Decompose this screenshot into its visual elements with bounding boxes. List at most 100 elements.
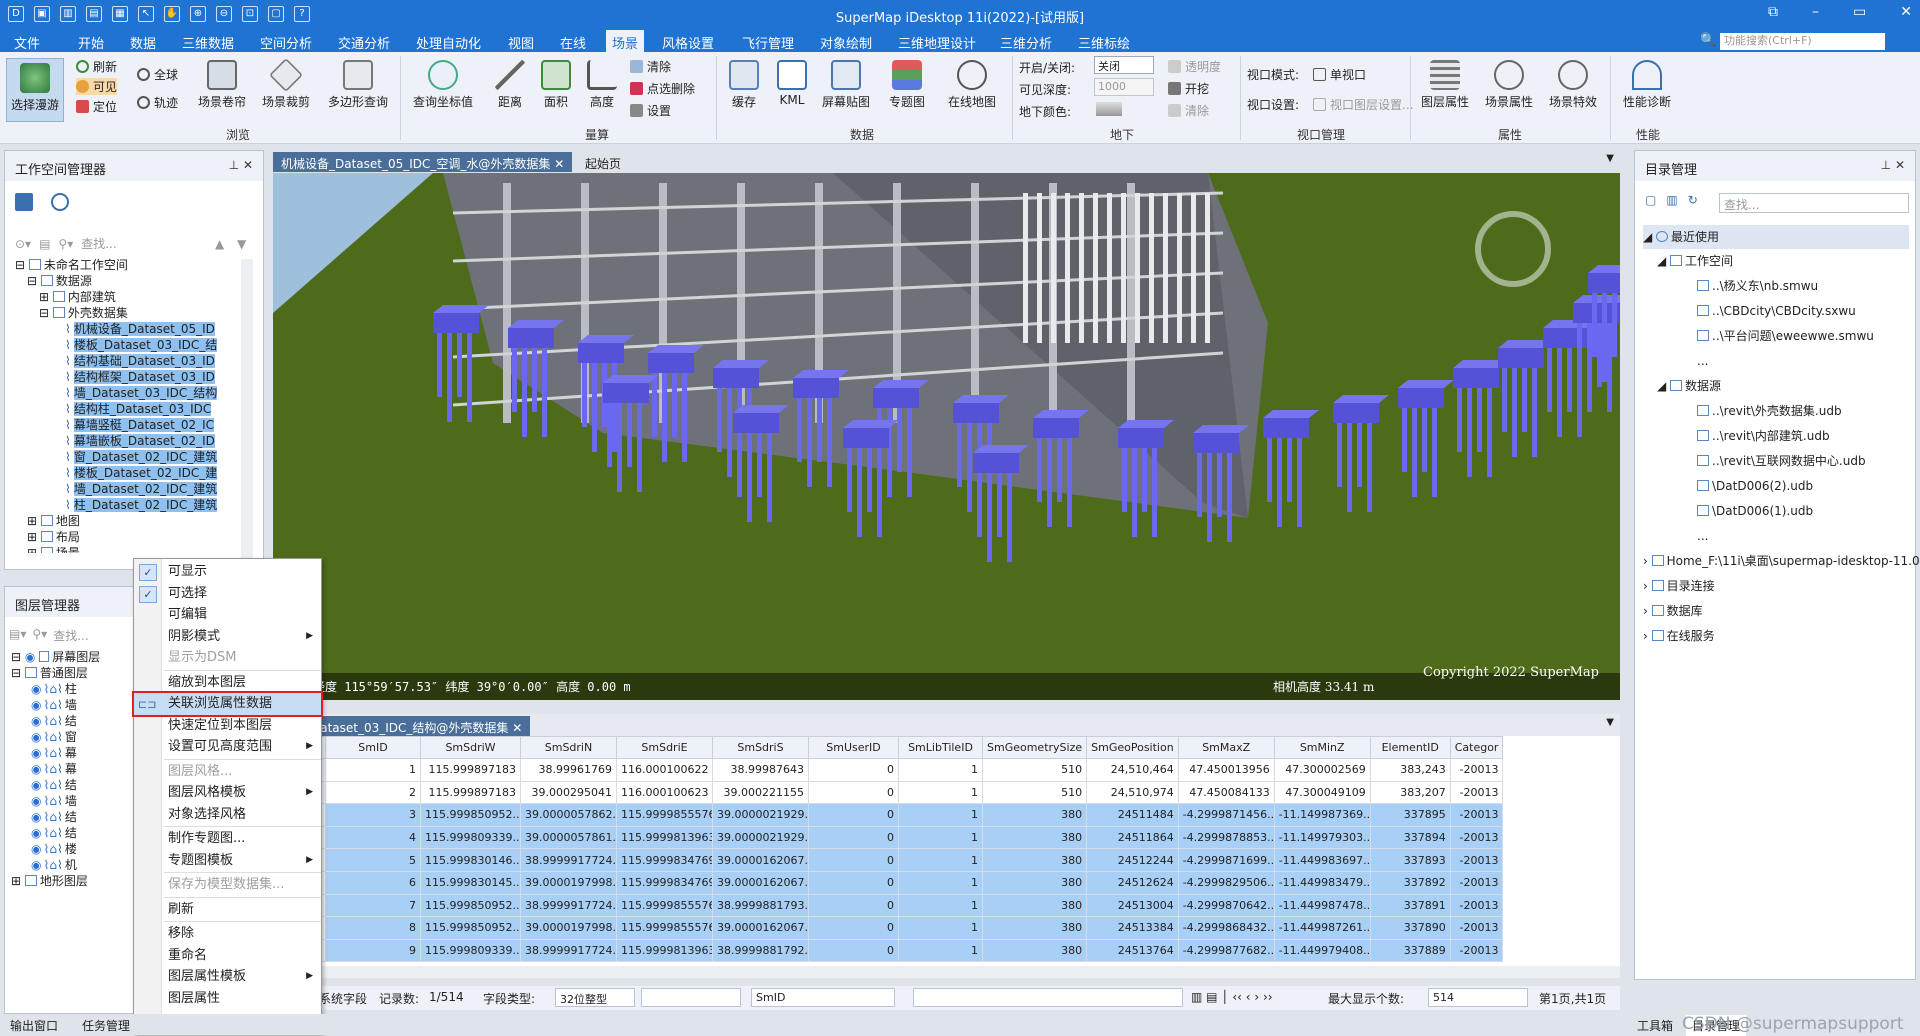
performance-diagnosis-button[interactable]: 性能诊断 (1618, 60, 1676, 110)
scene-canvas[interactable]: 经度 115°59′57.53″ 纬度 39°0′0.00″ 高度 0.00 m… (273, 173, 1620, 700)
context-menu-item[interactable]: ⊏⊐ 关联浏览属性数据 (132, 691, 323, 717)
tree-dataset-item[interactable]: ⌇ 结构基础_Dataset_03_ID (15, 353, 251, 369)
context-menu-item[interactable]: 快速定位到本图层 (134, 715, 321, 737)
close-icon[interactable]: ✕ (1900, 4, 1912, 20)
table-cell[interactable]: 115.999897183 (420, 780, 521, 805)
tree-dataset-item[interactable]: ⌇ 结构柱_Dataset_03_IDC (15, 401, 251, 417)
table-cell[interactable]: 1 (898, 780, 983, 805)
column-header[interactable]: SmGeoPosition (1086, 736, 1179, 759)
eye-icon[interactable]: ◉ (25, 650, 35, 664)
table-cell[interactable]: 0 (808, 825, 899, 850)
layer-item[interactable]: ◉ ⌇⌂⌇ 幕 (11, 761, 131, 777)
layer-options-icon[interactable]: ▤▾ (9, 627, 26, 644)
column-header[interactable]: SmLibTileID (898, 736, 983, 759)
menu-3d-design[interactable]: 三维地理设计 (898, 33, 976, 52)
menu-file[interactable]: 文件 (14, 33, 40, 52)
table-cell[interactable]: 0 (808, 780, 899, 805)
column-header[interactable]: ElementID (1369, 736, 1451, 759)
table-cell[interactable]: -20013 (1449, 825, 1504, 850)
table-cell[interactable]: -20013 (1449, 916, 1504, 940)
table-cell[interactable]: 4 (325, 825, 421, 850)
globe-button[interactable]: 全球 (137, 66, 178, 83)
eye-icon[interactable]: ◉ (31, 778, 41, 792)
point-delete-button[interactable]: 点选删除 (630, 80, 695, 97)
menu-automation[interactable]: 处理自动化 (416, 33, 481, 52)
table-cell[interactable]: 38.9999917724... (520, 938, 617, 963)
tree-datasources[interactable]: ⊟ 数据源 (15, 273, 251, 289)
table-cell[interactable]: 380 (981, 825, 1088, 850)
table-cell[interactable]: 47.300002569 (1273, 758, 1371, 782)
tab-scene-window[interactable]: 机械设备_Dataset_05_IDC_空调_水@外壳数据集 ✕ (273, 152, 573, 172)
excavate-button[interactable]: 开挖 (1168, 80, 1209, 97)
horizontal-scrollbar[interactable] (273, 966, 1620, 978)
table-row[interactable]: 33115.999850952...39.0000057862...115.99… (273, 803, 1504, 827)
table-cell[interactable]: 39.0000162067... (712, 870, 809, 895)
table-cell[interactable]: 380 (981, 848, 1088, 872)
tab-start-page[interactable]: 起始页 (577, 152, 629, 172)
catalog-root-node[interactable]: › 目录连接 (1643, 574, 1909, 599)
scene-effects-button[interactable]: 场景特效 (1544, 60, 1602, 110)
pin-close-controls[interactable]: ⊥ ✕ (1881, 158, 1905, 172)
table-cell[interactable]: 6 (325, 870, 421, 895)
context-menu-item[interactable]: 可选择 (134, 583, 321, 605)
new-folder-icon[interactable]: ▢ (1645, 193, 1656, 207)
eye-icon[interactable]: ◉ (31, 730, 41, 744)
table-cell[interactable]: 115.999850952... (420, 803, 521, 827)
table-cell[interactable]: -20013 (1449, 893, 1504, 918)
table-cell[interactable]: -4.2999868432... (1177, 916, 1275, 940)
table-cell[interactable]: 24513004 (1086, 893, 1179, 918)
table-cell[interactable]: 115.9999855576... (616, 916, 713, 940)
table-cell[interactable]: 0 (808, 870, 899, 895)
table-cell[interactable]: 1 (898, 825, 983, 850)
tree-dataset-item[interactable]: ⌇ 墙_Dataset_03_IDC_结构 (15, 385, 251, 401)
polygon-query-button[interactable]: 多边形查询 (322, 60, 394, 110)
function-search-input[interactable]: 功能搜索(Ctrl+F) (1720, 33, 1885, 50)
tree-dataset-item[interactable]: ⌇ 机械设备_Dataset_05_ID (15, 321, 251, 337)
column-header[interactable]: SmMaxZ (1177, 736, 1275, 759)
catalog-root-node[interactable]: › 在线服务 (1643, 624, 1909, 649)
layer-item[interactable]: ◉ ⌇⌂⌇ 结 (11, 825, 131, 841)
minimize-icon[interactable]: – (1812, 4, 1819, 20)
depth-input[interactable]: 1000 (1094, 78, 1154, 96)
stat-input[interactable] (641, 988, 741, 1007)
workspace-scrollbar[interactable] (241, 259, 253, 559)
table-cell[interactable]: 383,207 (1369, 780, 1451, 805)
column-header[interactable]: SmGeometrySize (981, 736, 1088, 759)
table-cell[interactable]: 510 (981, 758, 1088, 782)
refresh-icon[interactable]: ↻ (1688, 193, 1698, 207)
context-menu-item[interactable]: 对象选择风格 (134, 804, 321, 826)
screen-layer-node[interactable]: ⊟ ◉ 屏幕图层 (11, 649, 131, 665)
table-cell[interactable]: 5 (325, 848, 421, 872)
eye-icon[interactable]: ◉ (31, 698, 41, 712)
table-cell[interactable]: -4.2999878853... (1177, 825, 1275, 850)
table-cell[interactable]: 116.000100622 (616, 758, 713, 782)
underground-toggle-select[interactable]: 关闭 (1094, 56, 1154, 74)
context-menu-item[interactable]: 移除 (134, 923, 321, 945)
table-cell[interactable]: 39.0000197998... (520, 870, 617, 895)
tree-dataset-item[interactable]: ⌇ 楼板_Dataset_03_IDC_结 (15, 337, 251, 353)
table-cell[interactable]: 24513764 (1086, 938, 1179, 963)
table-cell[interactable]: 380 (981, 803, 1088, 827)
recent-datasource-item[interactable]: ..\revit\互联网数据中心.udb (1643, 449, 1909, 474)
menu-3d-data[interactable]: 三维数据 (182, 33, 234, 52)
table-cell[interactable]: 1 (325, 758, 421, 782)
kml-button[interactable]: KML (770, 60, 814, 107)
viewport-layer-settings[interactable]: 视口图层设置... (1313, 96, 1413, 113)
color-picker-button[interactable] (1096, 102, 1122, 116)
layer-search-input[interactable]: 查找... (53, 627, 88, 644)
table-cell[interactable]: 1 (898, 938, 983, 963)
tab-toolbox[interactable]: 工具箱 (1637, 1017, 1673, 1034)
table-cell[interactable]: 24,510,464 (1086, 758, 1179, 782)
table-cell[interactable]: 115.9999834769... (616, 848, 713, 872)
menu-view[interactable]: 视图 (508, 33, 534, 52)
restore-layout-icon[interactable]: ⧉ (1768, 4, 1778, 20)
layer-item[interactable]: ◉ ⌇⌂⌇ 结 (11, 809, 131, 825)
column-header[interactable]: SmSdriN (520, 736, 617, 759)
table-cell[interactable]: 0 (808, 758, 899, 782)
workspace-icon[interactable] (15, 193, 33, 211)
table-row[interactable]: 55115.999830146...38.9999917724...115.99… (273, 848, 1504, 872)
table-cell[interactable]: 510 (981, 780, 1088, 805)
eye-icon[interactable]: ◉ (31, 682, 41, 696)
table-cell[interactable]: 24511864 (1086, 825, 1179, 850)
context-menu-item[interactable]: 阴影模式 ▶ (134, 626, 321, 648)
